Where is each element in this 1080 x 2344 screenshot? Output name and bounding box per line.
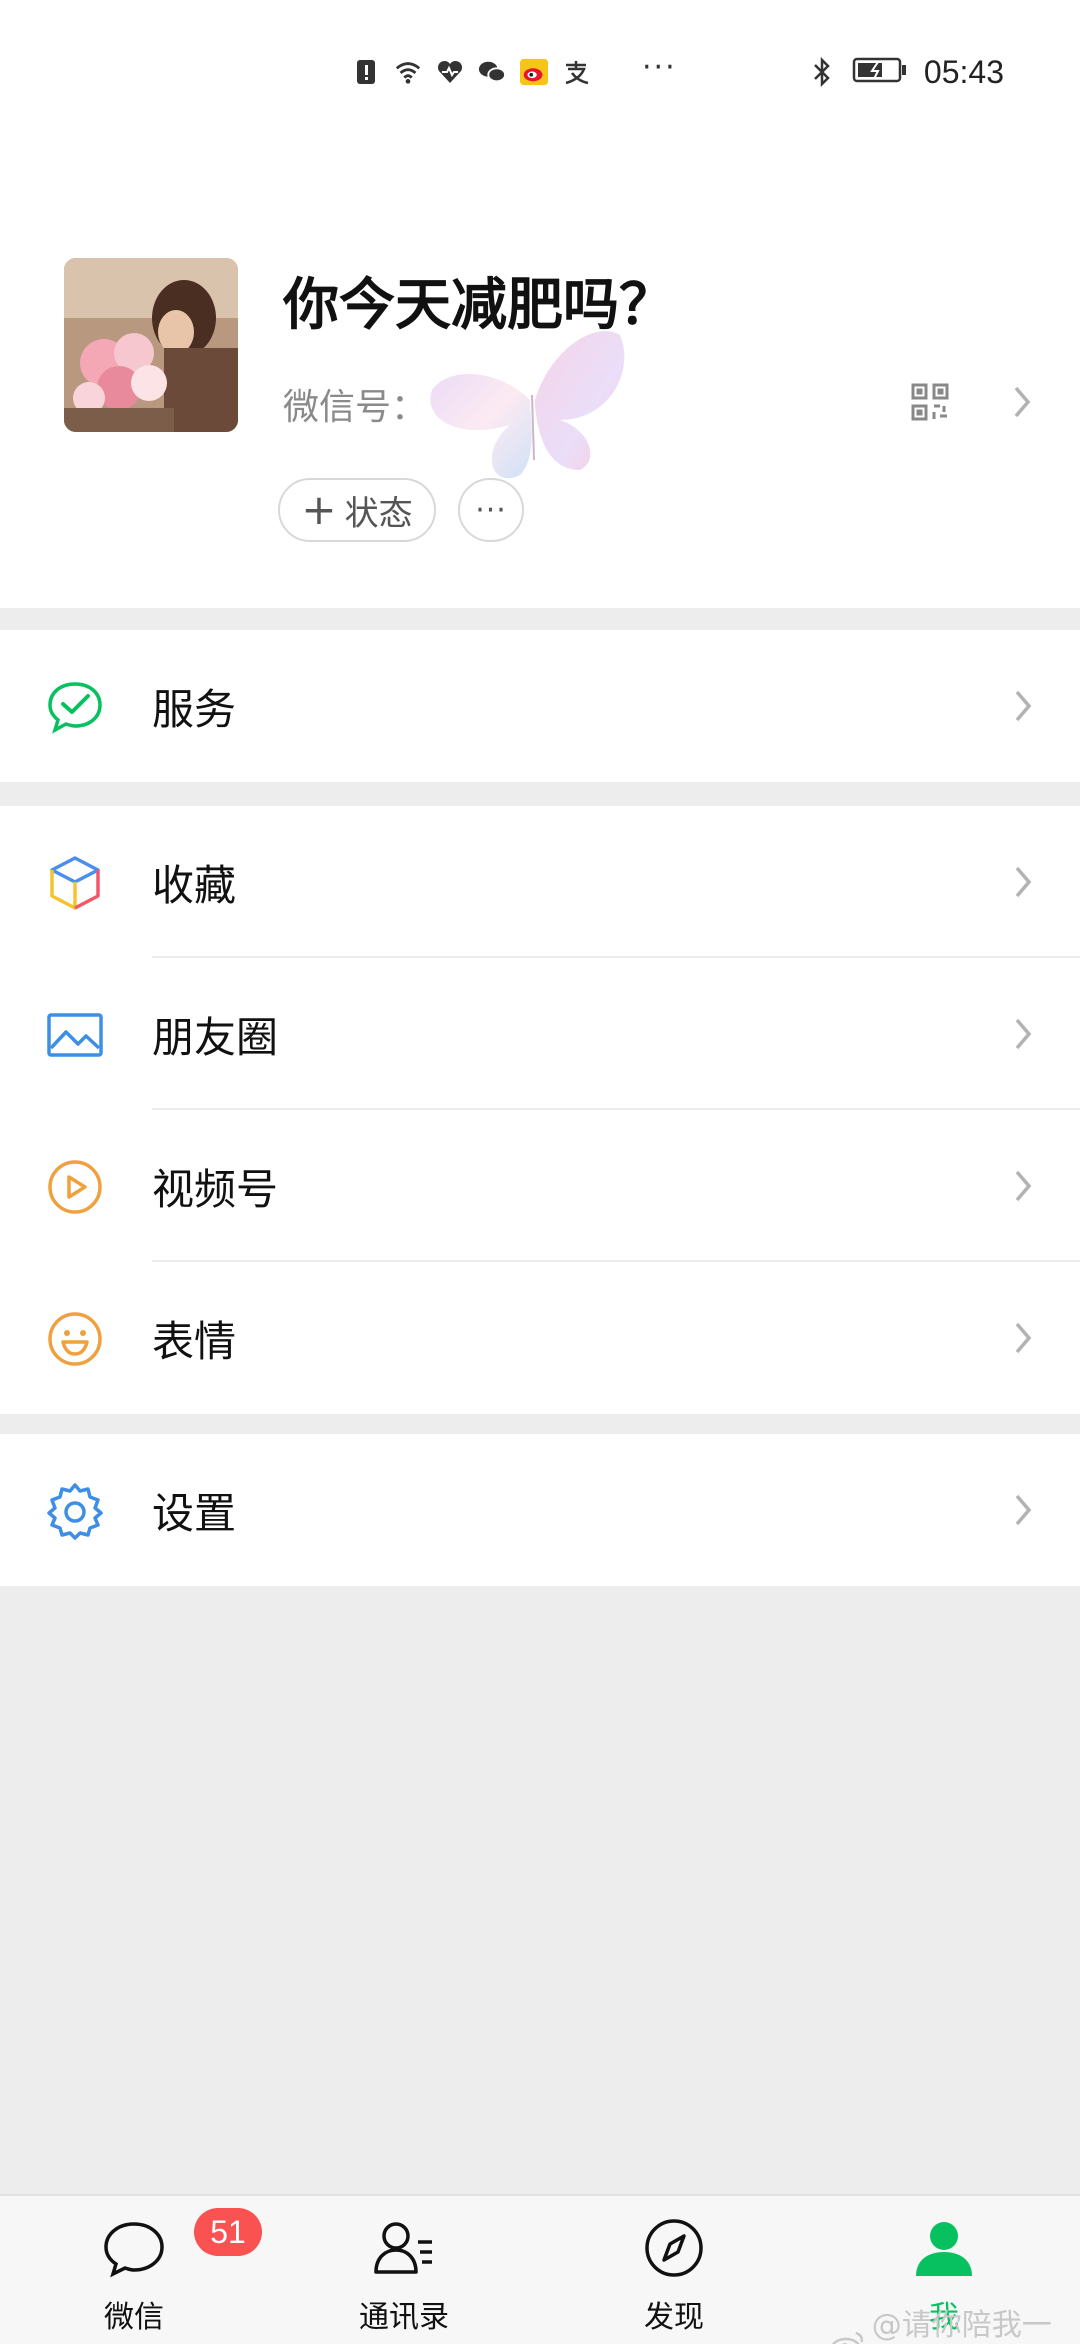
chevron-right-icon — [1010, 1014, 1036, 1054]
features-group: 收藏 朋友圈 视频号 表情 — [0, 806, 1080, 1414]
favorites-label: 收藏 — [152, 860, 237, 910]
add-status-button[interactable]: + 状态 — [278, 478, 436, 542]
status-bar: ··· 05:43 — [0, 0, 1080, 140]
chevron-right-icon — [1010, 1490, 1036, 1530]
channels-label: 视频号 — [152, 1164, 279, 1214]
settings-gear-icon — [46, 1482, 104, 1540]
more-notifications-icon: ··· — [642, 50, 677, 85]
wifi-icon — [394, 58, 422, 86]
butterfly-sticker — [420, 310, 650, 510]
system-status: 05:43 — [808, 52, 1004, 92]
contacts-icon — [372, 2216, 436, 2280]
clock: 05:43 — [923, 53, 1004, 90]
menu-item-stickers[interactable]: 表情 — [0, 1262, 1080, 1414]
tab-contacts-label: 通讯录 — [359, 2300, 449, 2335]
weibo-watermark-icon — [831, 2331, 864, 2344]
chevron-right-icon — [1010, 862, 1036, 902]
battery-icon — [852, 56, 908, 88]
settings-group: 设置 — [0, 1434, 1080, 1586]
services-label: 服务 — [152, 684, 237, 734]
channels-icon — [46, 1158, 104, 1216]
chevron-right-icon — [1010, 1318, 1036, 1358]
moments-icon — [46, 1006, 104, 1064]
wechat-icon — [478, 58, 506, 86]
chat-bubble-icon — [102, 2216, 166, 2280]
settings-label: 设置 — [152, 1488, 237, 1538]
menu-item-channels[interactable]: 视频号 — [0, 1110, 1080, 1262]
tab-contacts[interactable]: 通讯录 — [314, 2196, 494, 2344]
avatar[interactable] — [64, 258, 238, 432]
bluetooth-icon — [808, 57, 836, 87]
services-icon — [46, 678, 104, 736]
favorites-icon — [46, 854, 104, 912]
menu-item-moments[interactable]: 朋友圈 — [0, 958, 1080, 1110]
menu-item-services[interactable]: 服务 — [0, 630, 1080, 782]
tab-discover[interactable]: 发现 — [584, 2196, 764, 2344]
alipay-icon — [562, 58, 590, 86]
alert-icon — [352, 58, 380, 86]
stickers-label: 表情 — [152, 1316, 237, 1366]
more-button[interactable]: ··· — [458, 478, 524, 542]
services-group: 服务 — [0, 630, 1080, 782]
notification-icons — [352, 52, 590, 92]
watermark-text: @请你陪我一下 — [871, 2308, 1052, 2343]
qr-code-icon[interactable] — [910, 382, 950, 422]
chevron-right-icon — [1010, 686, 1036, 726]
compass-icon — [642, 2216, 706, 2280]
unread-badge: 51 — [194, 2208, 262, 2256]
health-icon — [436, 58, 464, 86]
weibo-icon — [520, 58, 548, 86]
watermark: @请你陪我一下 — [830, 2300, 1080, 2344]
chevron-right-icon — [1010, 1166, 1036, 1206]
plus-icon: + — [301, 485, 337, 534]
tab-chats-label: 微信 — [104, 2300, 164, 2335]
tab-discover-label: 发现 — [644, 2300, 704, 2335]
tab-chats[interactable]: 51 微信 — [44, 2196, 262, 2344]
person-icon — [912, 2216, 976, 2280]
profile-header[interactable]: 你今天减肥吗？ 微信号： + 状态 ··· — [0, 140, 1080, 608]
chevron-right-icon[interactable] — [1008, 382, 1036, 422]
status-button-label: 状态 — [344, 493, 413, 534]
moments-label: 朋友圈 — [152, 1012, 279, 1062]
menu-item-settings[interactable]: 设置 — [0, 1434, 1080, 1586]
menu-item-favorites[interactable]: 收藏 — [0, 806, 1080, 958]
stickers-icon — [46, 1310, 104, 1368]
wechat-id-label: 微信号： — [283, 387, 428, 428]
